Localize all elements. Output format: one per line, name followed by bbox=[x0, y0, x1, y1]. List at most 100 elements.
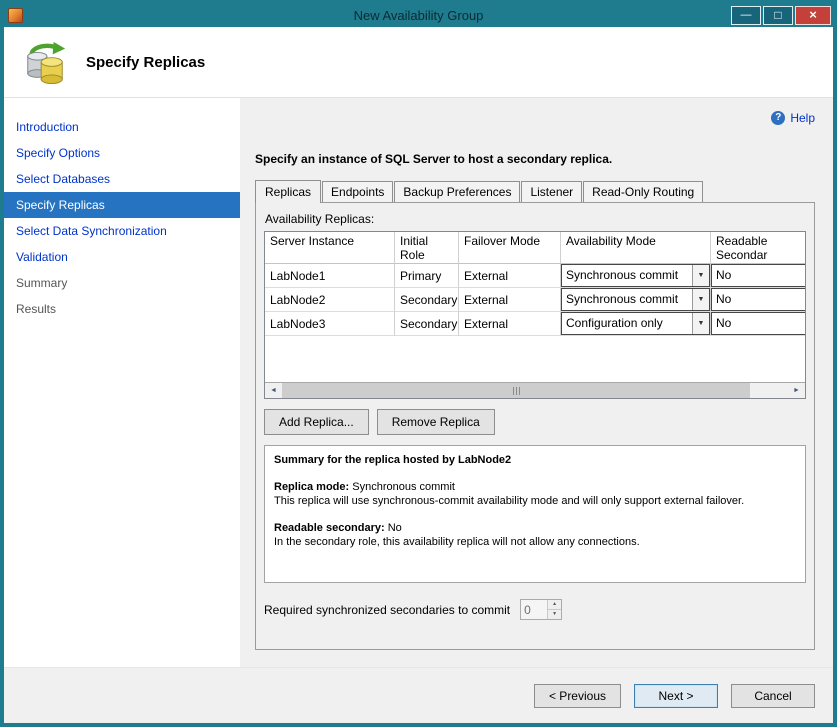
column-header-readable-secondary[interactable]: Readable Secondar bbox=[711, 232, 805, 264]
tab-strip: Replicas Endpoints Backup Preferences Li… bbox=[255, 180, 815, 202]
wizard-steps: Introduction Specify Options Select Data… bbox=[4, 98, 240, 667]
footer: < Previous Next > Cancel bbox=[4, 667, 833, 723]
replica-mode-line: Replica mode: Synchronous commit bbox=[274, 480, 796, 494]
sidebar-item-summary: Summary bbox=[4, 270, 240, 296]
dropdown-value: Synchronous commit bbox=[562, 289, 692, 310]
cell-server-instance[interactable]: LabNode1 bbox=[265, 264, 395, 288]
readable-secondary-value: No bbox=[388, 522, 402, 534]
spin-up-icon[interactable]: ▲ bbox=[548, 600, 561, 609]
cell-server-instance[interactable]: LabNode3 bbox=[265, 312, 395, 336]
minimize-button[interactable]: — bbox=[731, 6, 761, 25]
replica-summary: Summary for the replica hosted by LabNod… bbox=[264, 445, 806, 583]
readable-secondary-description: In the secondary role, this availability… bbox=[274, 535, 796, 549]
readable-secondary-dropdown[interactable]: No ▼ bbox=[711, 312, 805, 335]
cell-initial-role[interactable]: Primary bbox=[395, 264, 459, 288]
cell-availability-mode: Synchronous commit ▼ bbox=[561, 264, 711, 288]
chevron-down-icon[interactable]: ▼ bbox=[692, 265, 709, 286]
replica-buttons: Add Replica... Remove Replica bbox=[264, 409, 806, 435]
tab-replicas[interactable]: Replicas bbox=[255, 180, 321, 203]
stepper-arrows: ▲ ▼ bbox=[547, 600, 561, 619]
cell-failover-mode[interactable]: External bbox=[459, 312, 561, 336]
replicas-tab-panel: Availability Replicas: Server Instance I… bbox=[255, 202, 815, 650]
readable-secondary-dropdown[interactable]: No ▼ bbox=[711, 288, 805, 311]
maximize-button[interactable]: □ bbox=[763, 6, 793, 25]
cell-initial-role[interactable]: Secondary bbox=[395, 288, 459, 312]
previous-button[interactable]: < Previous bbox=[534, 684, 621, 708]
help-icon: ? bbox=[771, 111, 785, 125]
scrollbar-track[interactable] bbox=[750, 383, 788, 398]
scrollbar-grip bbox=[513, 387, 520, 395]
replica-mode-value: Synchronous commit bbox=[352, 481, 455, 493]
required-secondaries-stepper[interactable]: ▲ ▼ bbox=[520, 599, 562, 620]
cell-readable-secondary: No ▼ bbox=[711, 264, 805, 288]
spin-down-icon[interactable]: ▼ bbox=[548, 609, 561, 619]
tab-listener[interactable]: Listener bbox=[521, 181, 582, 202]
sidebar-item-results: Results bbox=[4, 296, 240, 322]
table-row: LabNode2 Secondary External Synchronous … bbox=[265, 288, 805, 312]
scroll-right-icon[interactable]: ► bbox=[788, 383, 805, 398]
replicas-grid-rows: Server Instance Initial Role Failover Mo… bbox=[265, 232, 805, 382]
help-label: Help bbox=[790, 111, 815, 125]
scrollbar-thumb[interactable] bbox=[282, 383, 750, 398]
sidebar-item-specify-options[interactable]: Specify Options bbox=[4, 140, 240, 166]
window-controls: — □ × bbox=[731, 4, 833, 27]
horizontal-scrollbar[interactable]: ◄ ► bbox=[265, 382, 805, 398]
sidebar-item-introduction[interactable]: Introduction bbox=[4, 114, 240, 140]
column-header-initial-role[interactable]: Initial Role bbox=[395, 232, 459, 264]
sidebar-item-select-data-synchronization[interactable]: Select Data Synchronization bbox=[4, 218, 240, 244]
chevron-down-icon[interactable]: ▼ bbox=[692, 313, 709, 334]
cell-failover-mode[interactable]: External bbox=[459, 288, 561, 312]
replica-mode-description: This replica will use synchronous-commit… bbox=[274, 494, 796, 508]
availability-replicas-label: Availability Replicas: bbox=[265, 212, 806, 226]
tab-read-only-routing[interactable]: Read-Only Routing bbox=[583, 181, 703, 202]
add-replica-button[interactable]: Add Replica... bbox=[264, 409, 369, 435]
cell-readable-secondary: No ▼ bbox=[711, 288, 805, 312]
sidebar-item-select-databases[interactable]: Select Databases bbox=[4, 166, 240, 192]
availability-mode-dropdown[interactable]: Synchronous commit ▼ bbox=[561, 264, 710, 287]
new-availability-group-window: New Availability Group — □ × Specify Rep… bbox=[0, 0, 837, 727]
required-secondaries-row: Required synchronized secondaries to com… bbox=[264, 599, 806, 620]
readable-secondary-dropdown[interactable]: No ▼ bbox=[711, 264, 805, 287]
cell-initial-role[interactable]: Secondary bbox=[395, 312, 459, 336]
availability-mode-dropdown[interactable]: Configuration only ▼ bbox=[561, 312, 710, 335]
cell-server-instance[interactable]: LabNode2 bbox=[265, 288, 395, 312]
tab-backup-preferences[interactable]: Backup Preferences bbox=[394, 181, 520, 202]
grid-empty-area bbox=[265, 336, 805, 382]
dropdown-value: No bbox=[712, 265, 805, 286]
wizard-body: Introduction Specify Options Select Data… bbox=[4, 98, 833, 667]
readable-secondary-label: Readable secondary: bbox=[274, 522, 385, 534]
cell-readable-secondary: No ▼ bbox=[711, 312, 805, 336]
dropdown-value: No bbox=[712, 313, 805, 334]
availability-group-icon bbox=[22, 39, 68, 85]
scroll-left-icon[interactable]: ◄ bbox=[265, 383, 282, 398]
required-secondaries-input[interactable] bbox=[521, 600, 547, 619]
column-header-server-instance[interactable]: Server Instance bbox=[265, 232, 395, 264]
cancel-button[interactable]: Cancel bbox=[731, 684, 815, 708]
instruction-text: Specify an instance of SQL Server to hos… bbox=[255, 152, 815, 166]
next-button[interactable]: Next > bbox=[634, 684, 718, 708]
help-row: ? Help bbox=[255, 110, 815, 126]
dropdown-value: No bbox=[712, 289, 805, 310]
remove-replica-button[interactable]: Remove Replica bbox=[377, 409, 495, 435]
summary-title: Summary for the replica hosted by LabNod… bbox=[274, 453, 796, 467]
sidebar-item-validation[interactable]: Validation bbox=[4, 244, 240, 270]
chevron-down-icon[interactable]: ▼ bbox=[692, 289, 709, 310]
spacer bbox=[274, 467, 796, 480]
availability-mode-dropdown[interactable]: Synchronous commit ▼ bbox=[561, 288, 710, 311]
replicas-grid: Server Instance Initial Role Failover Mo… bbox=[264, 231, 806, 399]
column-header-failover-mode[interactable]: Failover Mode bbox=[459, 232, 561, 264]
close-button[interactable]: × bbox=[795, 6, 831, 25]
dropdown-value: Synchronous commit bbox=[562, 265, 692, 286]
required-secondaries-label: Required synchronized secondaries to com… bbox=[264, 603, 510, 617]
window-title: New Availability Group bbox=[4, 8, 833, 23]
replica-mode-label: Replica mode: bbox=[274, 481, 349, 493]
cell-availability-mode: Configuration only ▼ bbox=[561, 312, 711, 336]
titlebar[interactable]: New Availability Group — □ × bbox=[4, 4, 833, 27]
column-header-availability-mode[interactable]: Availability Mode bbox=[561, 232, 711, 264]
help-button[interactable]: ? Help bbox=[771, 110, 815, 126]
table-row: LabNode1 Primary External Synchronous co… bbox=[265, 264, 805, 288]
sidebar-item-specify-replicas[interactable]: Specify Replicas bbox=[4, 192, 240, 218]
readable-secondary-line: Readable secondary: No bbox=[274, 521, 796, 535]
cell-failover-mode[interactable]: External bbox=[459, 264, 561, 288]
tab-endpoints[interactable]: Endpoints bbox=[322, 181, 393, 202]
